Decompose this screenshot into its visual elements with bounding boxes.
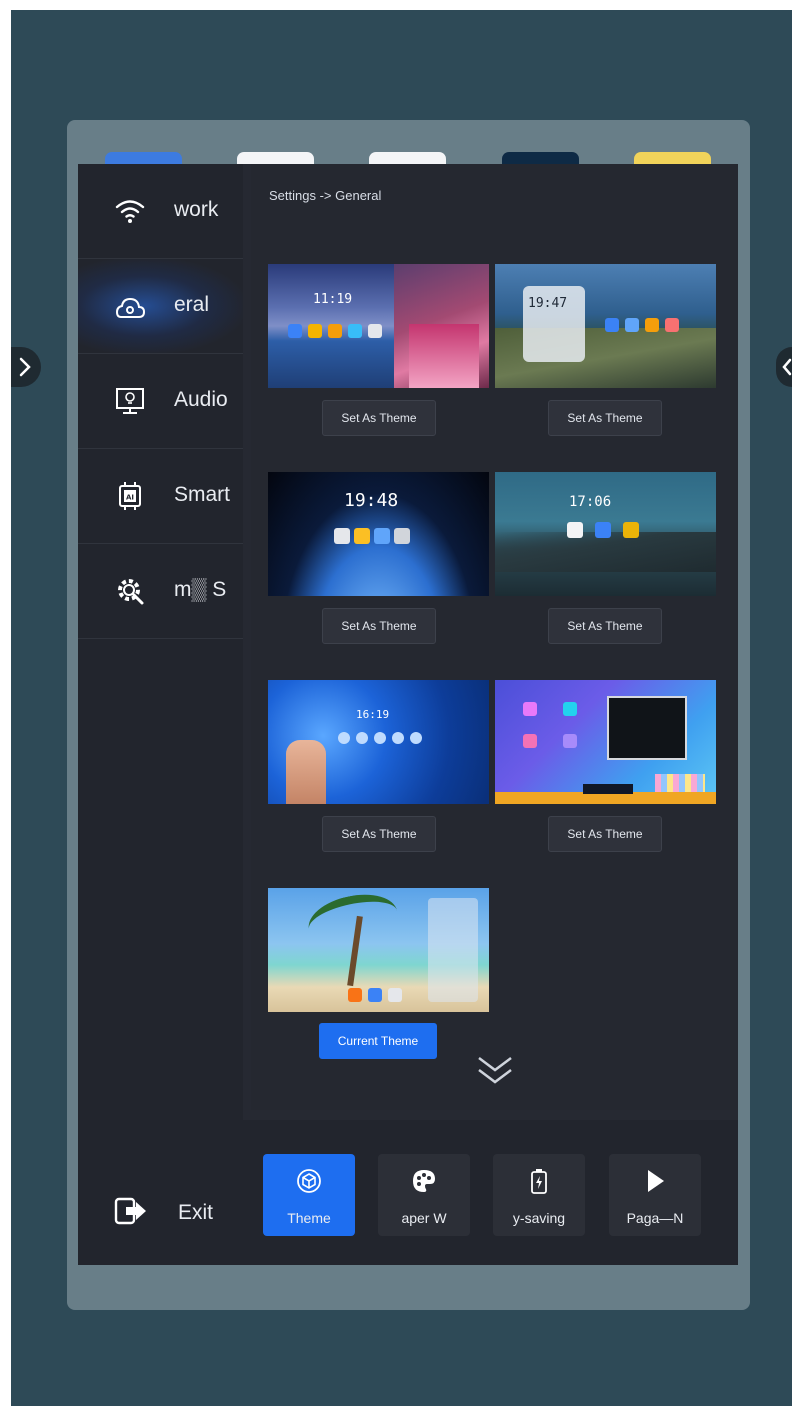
theme-thumbnail-4[interactable]: 17:06: [495, 472, 716, 596]
exit-label: Exit: [178, 1201, 214, 1224]
palette-icon: [413, 1170, 435, 1192]
tab-theme[interactable]: Theme: [263, 1154, 355, 1236]
play-icon: [648, 1170, 664, 1192]
app-icon: [288, 324, 302, 338]
settings-sidebar: work eral Audio AI Smart m▒ S Exit: [78, 164, 243, 1265]
exit-button[interactable]: Exit: [78, 1164, 243, 1258]
app-icon: [410, 732, 422, 744]
app-icon: [348, 324, 362, 338]
cube-icon: [297, 1169, 321, 1193]
theme-thumbnail-3[interactable]: 19:48: [268, 472, 489, 596]
exit-icon: [114, 1197, 146, 1225]
app-icon: [523, 702, 537, 716]
app-icon: [394, 528, 410, 544]
app-icon: [595, 522, 611, 538]
app-icon: [665, 318, 679, 332]
gear-wrench-icon: [118, 579, 144, 605]
sidebar-item-general[interactable]: eral: [78, 259, 243, 354]
app-icon: [374, 528, 390, 544]
app-icon: [308, 324, 322, 338]
sidebar-item-label: Smart: [174, 483, 231, 506]
theme-thumbnail-2[interactable]: 19:47: [495, 264, 716, 388]
battery-icon: [531, 1169, 547, 1194]
sidebar-item-audio[interactable]: Audio: [78, 354, 243, 449]
sidebar-item-label: m▒ S: [174, 578, 227, 601]
tab-energy-saving[interactable]: y-saving: [493, 1154, 585, 1236]
theme-thumbnail-1[interactable]: 11:19: [268, 264, 489, 388]
tab-wallpaper[interactable]: aper W: [378, 1154, 470, 1236]
sidebar-item-label: eral: [174, 293, 210, 316]
sidebar-item-label: work: [174, 198, 219, 221]
app-icon: [605, 318, 619, 332]
app-icon: [563, 734, 577, 748]
theme-thumbnail-6[interactable]: [495, 680, 716, 804]
chevron-left-icon: [782, 358, 792, 376]
set-as-theme-button-4[interactable]: Set As Theme: [548, 608, 662, 644]
sidebar-item-network[interactable]: work: [78, 164, 243, 259]
bottom-tab-bar: Theme aper W y-saving Paga—N: [243, 1120, 738, 1265]
set-as-theme-button-3[interactable]: Set As Theme: [322, 608, 436, 644]
thumbnail-clock: 16:19: [356, 708, 390, 721]
theme-thumbnail-7[interactable]: [268, 888, 489, 1012]
set-as-theme-button-1[interactable]: Set As Theme: [322, 400, 436, 436]
tab-label: Theme: [287, 1210, 331, 1226]
thumbnail-clock: 19:47: [528, 296, 568, 311]
sidebar-item-system[interactable]: m▒ S: [78, 544, 243, 639]
app-icon: [368, 324, 382, 338]
set-as-theme-button-6[interactable]: Set As Theme: [548, 816, 662, 852]
app-icon: [563, 702, 577, 716]
app-icon: [354, 528, 370, 544]
app-icon: [356, 732, 368, 744]
tab-label: Paga—N: [626, 1210, 684, 1226]
tab-page-navigation[interactable]: Paga—N: [609, 1154, 701, 1236]
app-icon: [338, 732, 350, 744]
sidebar-item-smart[interactable]: AI Smart: [78, 449, 243, 544]
app-icon: [328, 324, 342, 338]
right-edge-handle[interactable]: [776, 347, 792, 387]
chevron-right-icon: [19, 357, 31, 377]
app-icon: [334, 528, 350, 544]
sidebar-item-label: Audio: [174, 388, 228, 411]
wifi-icon: [115, 200, 145, 223]
ai-chip-icon: AI: [119, 482, 141, 510]
app-icon: [368, 988, 382, 1002]
cloud-settings-icon: [115, 297, 146, 318]
chevron-double-down-icon[interactable]: [475, 1050, 515, 1090]
app-icon: [388, 988, 402, 1002]
theme-content-panel: Settings -> General 11:19 Set As Theme 1…: [251, 164, 738, 1110]
app-icon: [523, 734, 537, 748]
settings-screen: work eral Audio AI Smart m▒ S Exit Setti…: [78, 164, 738, 1265]
set-as-theme-button-5[interactable]: Set As Theme: [322, 816, 436, 852]
app-icon: [623, 522, 639, 538]
monitor-bulb-icon: [116, 388, 144, 414]
theme-thumbnail-5[interactable]: 16:19: [268, 680, 489, 804]
thumbnail-clock: 11:19: [313, 292, 353, 307]
thumbnail-clock: 17:06: [569, 494, 612, 510]
breadcrumb: Settings -> General: [269, 188, 382, 203]
set-as-theme-button-2[interactable]: Set As Theme: [548, 400, 662, 436]
thumbnail-clock: 19:48: [344, 490, 399, 511]
left-edge-handle[interactable]: [11, 347, 41, 387]
app-icon: [348, 988, 362, 1002]
tab-label: y-saving: [512, 1210, 566, 1226]
app-icon: [625, 318, 639, 332]
app-icon: [645, 318, 659, 332]
svg-text:AI: AI: [126, 494, 134, 502]
tab-label: aper W: [401, 1210, 447, 1226]
app-icon: [567, 522, 583, 538]
current-theme-button[interactable]: Current Theme: [319, 1023, 437, 1059]
app-icon: [374, 732, 386, 744]
app-icon: [392, 732, 404, 744]
